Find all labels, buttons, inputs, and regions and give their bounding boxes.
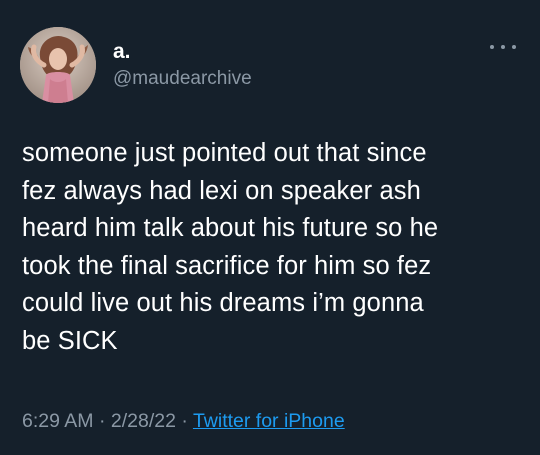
dot bbox=[501, 45, 505, 49]
tweet-time[interactable]: 6:29 AM bbox=[22, 410, 94, 432]
tweet-source-link[interactable]: Twitter for iPhone bbox=[193, 410, 345, 432]
tweet-card: a. @maudearchive someone just pointed ou… bbox=[0, 0, 540, 455]
tweet-date[interactable]: 2/28/22 bbox=[111, 410, 176, 432]
dot bbox=[490, 45, 494, 49]
author-display-name[interactable]: a. bbox=[113, 40, 131, 64]
profile-photo-icon bbox=[20, 27, 96, 103]
tweet-metadata: 6:29 AM · 2/28/22 · Twitter for iPhone bbox=[22, 408, 345, 434]
author-handle[interactable]: @maudearchive bbox=[113, 67, 252, 91]
tweet-text: someone just pointed out that since fez … bbox=[22, 139, 439, 355]
avatar[interactable] bbox=[20, 27, 96, 103]
dot bbox=[512, 45, 516, 49]
separator: · bbox=[175, 410, 193, 432]
more-options-icon[interactable] bbox=[490, 38, 516, 56]
separator: · bbox=[93, 410, 111, 432]
